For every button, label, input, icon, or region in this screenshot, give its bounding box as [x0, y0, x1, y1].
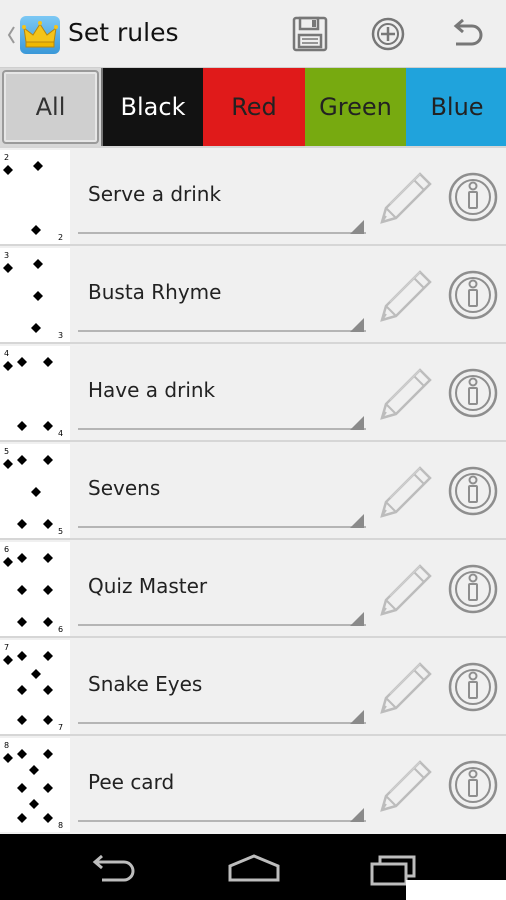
rule-name: Busta Rhyme [88, 280, 222, 304]
svg-text:7: 7 [4, 643, 9, 652]
list-item[interactable]: 4 4 Have a drink [0, 342, 506, 440]
playing-card-image: 33 [0, 248, 70, 342]
svg-text:6: 6 [58, 625, 63, 634]
rule-name: Pee card [88, 770, 175, 794]
nav-overlay [406, 880, 506, 900]
tab-blue-label: Blue [430, 93, 484, 121]
spinner-underline [78, 820, 366, 822]
playing-card-image: 77 [0, 640, 70, 734]
svg-text:8: 8 [4, 741, 9, 750]
tab-green[interactable]: Green [305, 68, 406, 146]
action-bar: Set rules [0, 0, 506, 68]
svg-text:2: 2 [58, 233, 63, 242]
playing-card-image: 66 [0, 542, 70, 636]
list-item[interactable]: 2 2 Serve a drink [0, 146, 506, 244]
info-icon[interactable] [448, 368, 498, 418]
tab-all[interactable]: All [2, 70, 99, 144]
back-icon[interactable] [84, 848, 144, 888]
playing-card-image: 44 [0, 346, 70, 440]
svg-text:2: 2 [4, 153, 9, 162]
spinner-underline [78, 330, 366, 332]
tab-blue[interactable]: Blue [406, 68, 506, 146]
rule-name: Sevens [88, 476, 161, 500]
svg-text:6: 6 [4, 545, 9, 554]
list-item[interactable]: 8 8 Pee card [0, 734, 506, 832]
list-item[interactable]: 3 3 Busta Rhyme [0, 244, 506, 342]
svg-text:4: 4 [4, 349, 9, 358]
tab-black[interactable]: Black [101, 68, 203, 146]
spinner-underline [78, 428, 366, 430]
svg-text:8: 8 [58, 821, 63, 830]
svg-text:5: 5 [4, 447, 9, 456]
floppy-disk-icon[interactable] [290, 14, 330, 54]
rule-name: Quiz Master [88, 574, 208, 598]
info-icon[interactable] [448, 172, 498, 222]
svg-text:4: 4 [58, 429, 63, 438]
playing-card-image: 88 [0, 738, 70, 832]
pencil-icon[interactable] [376, 266, 436, 326]
info-icon[interactable] [448, 466, 498, 516]
spinner-corner-icon[interactable] [350, 808, 364, 822]
pencil-icon[interactable] [376, 560, 436, 620]
rule-name: Serve a drink [88, 182, 222, 206]
info-icon[interactable] [448, 270, 498, 320]
spinner-underline [78, 624, 366, 626]
tab-green-label: Green [319, 93, 392, 121]
spinner-corner-icon[interactable] [350, 514, 364, 528]
list-item[interactable]: 6 6 Quiz Master [0, 538, 506, 636]
info-icon[interactable] [448, 760, 498, 810]
spinner-corner-icon[interactable] [350, 318, 364, 332]
rule-name: Snake Eyes [88, 672, 203, 696]
svg-text:7: 7 [58, 723, 63, 732]
tab-red[interactable]: Red [203, 68, 305, 146]
pencil-icon[interactable] [376, 658, 436, 718]
pencil-icon[interactable] [376, 168, 436, 228]
spinner-corner-icon[interactable] [350, 612, 364, 626]
add-circle-icon[interactable] [368, 14, 408, 54]
svg-text:3: 3 [4, 251, 9, 260]
list-item[interactable]: 5 5 Sevens [0, 440, 506, 538]
list-item[interactable]: 7 7 Snake Eyes [0, 636, 506, 734]
pencil-icon[interactable] [376, 756, 436, 816]
chevron-left-icon[interactable] [6, 24, 16, 46]
playing-card-image: 55 [0, 444, 70, 538]
pencil-icon[interactable] [376, 364, 436, 424]
info-icon[interactable] [448, 662, 498, 712]
info-icon[interactable] [448, 564, 498, 614]
tab-red-label: Red [231, 93, 277, 121]
pencil-icon[interactable] [376, 462, 436, 522]
page-title: Set rules [68, 18, 179, 47]
color-filter-tabs: All Black Red Green Blue [0, 68, 506, 146]
spinner-underline [78, 232, 366, 234]
spinner-underline [78, 722, 366, 724]
tab-all-label: All [35, 93, 66, 121]
rules-list: 2 2 Serve a drink 3 3 Busta Rhyme 4 4 Have a dri… [0, 146, 506, 834]
rule-name: Have a drink [88, 378, 216, 402]
undo-icon[interactable] [446, 14, 486, 54]
tab-black-label: Black [120, 93, 186, 121]
spinner-corner-icon[interactable] [350, 416, 364, 430]
spinner-underline [78, 526, 366, 528]
svg-text:3: 3 [58, 331, 63, 340]
spinner-corner-icon[interactable] [350, 710, 364, 724]
app-crown-icon[interactable] [20, 16, 60, 54]
spinner-corner-icon[interactable] [350, 220, 364, 234]
playing-card-image: 22 [0, 150, 70, 244]
home-icon[interactable] [224, 848, 284, 888]
svg-text:5: 5 [58, 527, 63, 536]
